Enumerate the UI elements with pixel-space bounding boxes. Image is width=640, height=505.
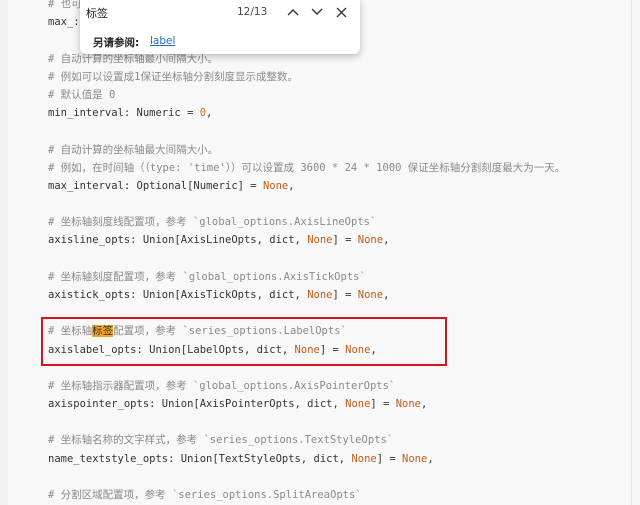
- close-icon: [336, 7, 346, 17]
- code-line-axispointer: axispointer_opts: Union[AxisPointerOpts,…: [48, 397, 427, 411]
- code-line-min-interval: min_interval: Numeric = 0,: [48, 106, 212, 120]
- code-line-name-style: name_textstyle_opts: Union[TextStyleOpts…: [48, 452, 434, 466]
- code-comment-axistick: # 坐标轴刻度配置项，参考 `global_options.AxisTickOp…: [48, 271, 366, 283]
- code-keyword: None: [402, 453, 428, 465]
- code-comment-max-2: # 例如，在时间轴（（type: 'time'））可以设置成 3600 * 24…: [48, 162, 566, 174]
- code-keyword: None: [357, 289, 384, 301]
- chevron-down-icon: [311, 8, 323, 15]
- see-also-link[interactable]: label: [150, 35, 175, 47]
- code-comment-name-style: # 坐标轴名称的文字样式，参考 `series_options.TextStyl…: [48, 434, 394, 446]
- code-comment-min-1: # 自动计算的坐标轴最小间隔大小。: [48, 53, 219, 65]
- code-comment-splitarea: # 分割区域配置项，参考 `series_options.SplitAreaOp…: [48, 489, 362, 501]
- code-token: ,: [206, 107, 213, 119]
- code-token: ,: [383, 289, 390, 301]
- code-token: ,: [383, 234, 390, 246]
- code-comment-min-3: # 默认值是 0: [48, 89, 116, 101]
- find-input[interactable]: [86, 4, 226, 22]
- find-close-button[interactable]: [331, 2, 351, 22]
- code-comment-top: # 也可: [48, 0, 82, 10]
- code-keyword: None: [262, 180, 289, 192]
- code-token: max_interval: Optional[Numeric] =: [48, 180, 263, 192]
- code-keyword: None: [395, 398, 422, 410]
- code-token: min_interval: Numeric =: [48, 107, 200, 119]
- annotation-highlight-box: [41, 317, 447, 366]
- code-comment-min-2: # 例如可以设置成1保证坐标轴分割刻度显示成整数。: [48, 71, 298, 83]
- code-token: ] =: [376, 453, 403, 465]
- code-keyword: None: [351, 453, 377, 465]
- code-comment-axispointer: # 坐标轴指示器配置项，参考 `global_options.AxisPoint…: [48, 380, 396, 392]
- code-token: ] =: [370, 398, 396, 410]
- see-also-label: 另请参阅:: [93, 37, 140, 49]
- code-token: axistick_opts: Union[AxisTickOpts, dict,: [48, 289, 308, 301]
- code-keyword: None: [307, 234, 333, 246]
- code-token: axispointer_opts: Union[AxisPointerOpts,…: [48, 398, 346, 410]
- code-line-axisline: axisline_opts: Union[AxisLineOpts, dict,…: [48, 233, 389, 247]
- code-token: axisline_opts: Union[AxisLineOpts, dict,: [48, 234, 308, 246]
- code-token: ] =: [332, 234, 358, 246]
- code-line-max-prefix: max_:: [48, 16, 80, 28]
- find-previous-button[interactable]: [283, 2, 303, 22]
- code-keyword: None: [345, 398, 371, 410]
- find-match-count: 12/13: [237, 6, 268, 18]
- left-margin: [0, 0, 8, 505]
- code-comment-max-1: # 自动计算的坐标轴最大间隔大小。: [48, 144, 219, 156]
- code-line-axistick: axistick_opts: Union[AxisTickOpts, dict,…: [48, 288, 389, 302]
- right-margin: [632, 0, 640, 505]
- code-line-max-interval: max_interval: Optional[Numeric] = None,: [48, 179, 295, 193]
- code-keyword: None: [357, 234, 384, 246]
- code-comment-axisline: # 坐标轴刻度线配置项，参考 `global_options.AxisLineO…: [48, 216, 377, 228]
- code-token: ,: [421, 398, 428, 410]
- find-next-button[interactable]: [307, 2, 327, 22]
- code-token: ] =: [332, 289, 358, 301]
- find-bar: 12/13 另请参阅: label: [80, 0, 360, 54]
- code-block: # 也可 max_: # 自动计算的坐标轴最小间隔大小。 # 例如可以设置成1保…: [8, 0, 632, 505]
- code-keyword: None: [307, 289, 333, 301]
- chevron-up-icon: [287, 9, 299, 16]
- code-token: name_textstyle_opts: Union[TextStyleOpts…: [48, 453, 352, 465]
- code-token: ,: [288, 180, 295, 192]
- code-token: ,: [427, 453, 434, 465]
